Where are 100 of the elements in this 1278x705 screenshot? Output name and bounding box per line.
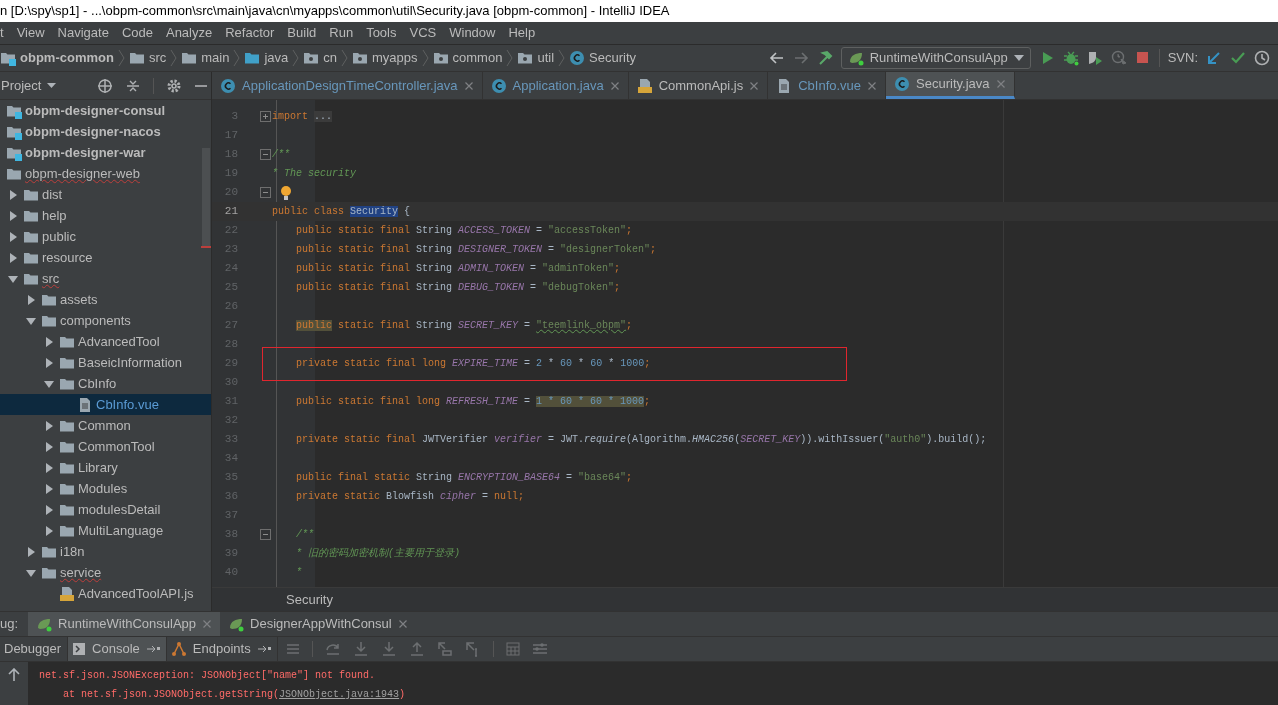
breadcrumb-item[interactable]: src — [128, 48, 167, 68]
close-icon[interactable] — [995, 79, 1006, 89]
debug-view-tab[interactable]: Console — [68, 637, 167, 661]
close-icon[interactable] — [867, 80, 878, 91]
tree-item[interactable]: MultiLanguage — [0, 520, 211, 541]
step-out-icon[interactable] — [408, 641, 425, 657]
tree-item[interactable]: components — [0, 310, 211, 331]
fold-minus-icon[interactable] — [260, 529, 271, 540]
calculator-icon[interactable] — [505, 642, 520, 656]
update-arrow-icon[interactable] — [1206, 50, 1222, 66]
tree-item[interactable]: i18n — [0, 541, 211, 562]
console-text: ) — [399, 688, 406, 702]
fold-minus-icon[interactable] — [260, 187, 271, 198]
pin-arrow-icon[interactable] — [145, 644, 160, 654]
breadcrumb-item[interactable]: main — [181, 48, 230, 68]
class-icon — [569, 50, 586, 66]
close-icon[interactable] — [397, 619, 408, 629]
tree-item[interactable]: CbInfo.vue — [0, 394, 211, 415]
tree-item[interactable]: CbInfo — [0, 373, 211, 394]
breadcrumb-item[interactable]: cn — [303, 48, 337, 68]
drop-frame-icon[interactable] — [436, 641, 453, 657]
tree-item[interactable]: CommonTool — [0, 436, 211, 457]
code-line: import ... — [272, 110, 333, 124]
menu-item[interactable]: Help — [508, 23, 536, 43]
tree-item[interactable]: help — [0, 205, 211, 226]
panel-title-dropdown[interactable]: Project — [1, 75, 97, 96]
tree-item[interactable]: public — [0, 226, 211, 247]
checkmark-icon[interactable] — [1230, 50, 1246, 66]
breadcrumb-item[interactable]: common — [432, 48, 503, 68]
stop-icon[interactable] — [1134, 50, 1151, 66]
crosshair-icon[interactable] — [97, 77, 113, 94]
menu-item[interactable]: Tools — [366, 23, 397, 43]
editor-tab[interactable]: CommonApi.js — [628, 72, 769, 99]
menu-item[interactable]: Run — [329, 23, 354, 43]
editor-tab[interactable]: ApplicationDesignTimeController.java — [212, 72, 483, 99]
link[interactable]: JSONObject.java:1943 — [279, 686, 400, 703]
pin-arrow-icon[interactable] — [256, 644, 271, 654]
tree-item[interactable]: modulesDetail — [0, 499, 211, 520]
forward-arrow-icon[interactable] — [792, 50, 809, 66]
tree-item[interactable]: service — [0, 562, 211, 583]
package-folder-icon — [352, 50, 368, 66]
breadcrumb-item[interactable]: Security — [569, 48, 636, 68]
profiler-icon[interactable] — [1110, 50, 1127, 66]
editor-tab[interactable]: Security.java — [886, 72, 1015, 99]
breadcrumb-item[interactable]: myapps — [352, 48, 418, 68]
class-icon — [220, 77, 236, 94]
editor-tab[interactable]: Application.java — [482, 72, 629, 99]
list-icon[interactable] — [285, 642, 300, 656]
tree-item[interactable]: AdvancedTool — [0, 331, 211, 352]
tree-item[interactable]: assets — [0, 289, 211, 310]
close-icon[interactable] — [202, 619, 213, 629]
up-arrow-icon[interactable] — [8, 668, 20, 682]
tree-item[interactable]: obpm-designer-consul — [0, 100, 211, 121]
editor-breadcrumb[interactable]: Security — [286, 589, 333, 610]
history-icon[interactable] — [1254, 50, 1270, 66]
back-arrow-icon[interactable] — [768, 50, 785, 66]
tree-item[interactable]: Common — [0, 415, 211, 436]
package-folder-icon — [517, 50, 534, 66]
fold-plus-icon[interactable] — [260, 111, 271, 122]
js-file-icon — [636, 77, 653, 94]
tree-item[interactable]: obpm-designer-nacos — [0, 121, 211, 142]
leaf-icon — [847, 50, 864, 66]
breadcrumb-item[interactable]: java — [244, 48, 289, 68]
run-configuration-dropdown[interactable]: RuntimeWithConsulApp — [840, 47, 1031, 69]
tree-item[interactable]: Modules — [0, 478, 211, 499]
fold-minus-icon[interactable] — [260, 149, 271, 160]
menu-item[interactable]: Refactor — [225, 23, 275, 43]
package-folder-icon — [432, 50, 449, 66]
breadcrumb-item[interactable]: obpm-common — [0, 48, 114, 68]
menu-item[interactable]: View — [16, 23, 45, 43]
settings-icon[interactable] — [166, 77, 182, 94]
step-into-icon[interactable] — [380, 641, 397, 657]
close-icon[interactable] — [749, 80, 760, 91]
close-icon[interactable] — [609, 80, 620, 91]
menu-item[interactable]: VCS — [409, 23, 437, 43]
tree-item[interactable]: obpm-designer-war — [0, 142, 211, 163]
menu-item[interactable]: Build — [287, 23, 317, 43]
menu-item[interactable]: Code — [121, 23, 153, 43]
close-icon[interactable] — [463, 80, 474, 91]
tree-item[interactable]: AdvancedToolAPI.js — [0, 583, 211, 604]
tree-item[interactable]: BaseicInformation — [0, 352, 211, 373]
menu-item[interactable]: Window — [449, 23, 496, 43]
coverage-icon[interactable] — [1086, 50, 1103, 66]
tree-item[interactable]: Library — [0, 457, 211, 478]
code-line: private static final long EXPIRE_TIME = 2 * 60 * 60 * 1000; — [296, 357, 651, 371]
tree-item[interactable]: resource — [0, 247, 211, 268]
settings-list-icon[interactable] — [531, 642, 548, 656]
tree-item[interactable]: dist — [0, 184, 211, 205]
menu-item[interactable]: t — [0, 23, 4, 43]
menu-item[interactable]: Navigate — [57, 23, 109, 43]
debug-icon[interactable] — [1062, 50, 1079, 66]
scrollbar-thumb[interactable] — [202, 148, 210, 248]
tree-item[interactable]: src — [0, 268, 211, 289]
step-over-icon[interactable] — [324, 641, 341, 657]
step-into-icon[interactable] — [352, 641, 369, 657]
breadcrumb-item[interactable]: util — [517, 48, 555, 68]
debug-session-tab[interactable]: RuntimeWithConsulApp — [28, 612, 221, 636]
menu-item[interactable]: Analyze — [165, 23, 213, 43]
lightbulb-icon[interactable] — [279, 184, 293, 201]
tree-item[interactable]: obpm-designer-web — [0, 163, 211, 184]
